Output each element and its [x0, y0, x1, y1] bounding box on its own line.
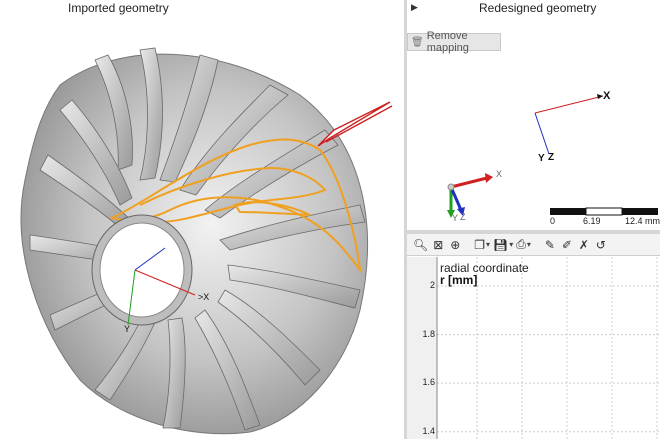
expand-panel-icon[interactable]: ▶ — [411, 2, 418, 13]
pan-icon[interactable]: ⊕ — [448, 237, 462, 253]
y-tick-label: 1.8 — [422, 328, 435, 339]
axis-y-label: Y — [538, 153, 545, 164]
print-icon[interactable]: ⎙ — [516, 237, 531, 253]
scale-tick-2: 12.4 mm — [625, 216, 660, 226]
radial-coordinate-chart[interactable]: radial coordinate r [mm] 2 1.8 1.6 1.4 — [407, 257, 660, 439]
scale-tick-0: 0 — [550, 216, 556, 226]
impeller-model[interactable]: >X Y — [0, 0, 404, 439]
more-icon[interactable]: ↺ — [594, 237, 608, 253]
save-icon[interactable]: 💾︎ — [493, 237, 513, 253]
y-tick-label: 1.4 — [422, 425, 435, 436]
axis-z-label: Z — [548, 152, 555, 163]
chart-ylabel: r [mm] — [440, 273, 478, 287]
chart-toolbar: 🔍︎ ⊠ ⊕ ❐ 💾︎ ⎙ ✎ ✐ ✗ ↺ — [407, 234, 660, 256]
y-tick-label: 2 — [429, 280, 435, 290]
zoom-fit-icon[interactable]: ⊠ — [431, 237, 445, 253]
svg-text:Y: Y — [124, 324, 130, 334]
y-tick-label: 1.6 — [422, 377, 435, 388]
triad-y-label: Y — [452, 213, 459, 223]
triad-z-label: Z — [460, 212, 466, 222]
trash-icon: 🗑 — [411, 36, 424, 48]
triad-x-label: X — [496, 169, 503, 179]
zoom-icon[interactable]: 🔍︎ — [413, 237, 428, 253]
copy-icon[interactable]: ❐ — [474, 237, 490, 253]
remove-mapping-label: Remove mapping — [426, 30, 469, 54]
axis-x-label: X — [603, 90, 611, 102]
svg-text:>X: >X — [198, 292, 209, 302]
imported-geometry-viewport[interactable]: Imported geometry >X Y — [0, 0, 404, 439]
edit-icon[interactable]: ✎ — [543, 237, 557, 253]
scale-tick-1: 6.19 — [583, 216, 601, 226]
scale-bar: 0 6.19 12.4 mm — [548, 207, 660, 229]
edit-points-icon[interactable]: ✐ — [560, 237, 574, 253]
reset-icon[interactable]: ✗ — [577, 237, 591, 253]
remove-mapping-button[interactable]: 🗑 Remove mapping — [407, 30, 501, 54]
